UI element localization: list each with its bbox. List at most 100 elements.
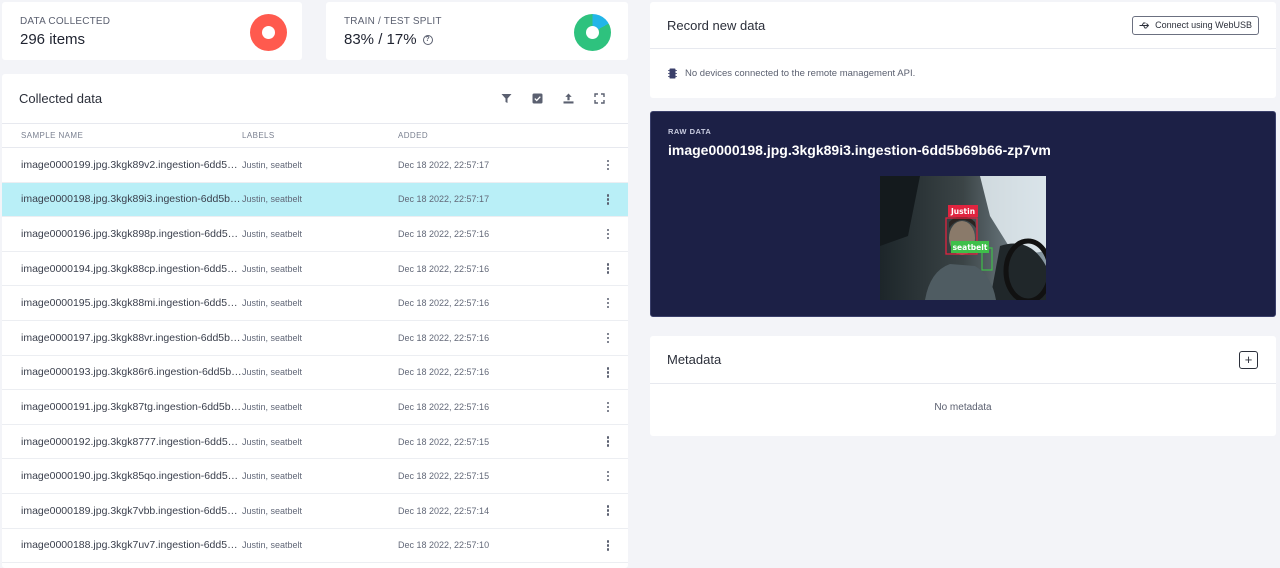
row-menu[interactable] (588, 470, 628, 482)
filter-icon[interactable] (497, 89, 516, 108)
collected-data-panel: Collected data SAMPLE NAME LABELS ADDED … (2, 74, 628, 568)
sample-added: Dec 18 2022, 22:57:16 (398, 263, 490, 274)
metadata-header: Metadata + (650, 336, 1276, 384)
sample-added: Dec 18 2022, 22:57:16 (398, 332, 490, 343)
upload-icon[interactable] (559, 89, 578, 108)
sample-added: Dec 18 2022, 22:57:16 (398, 367, 490, 378)
add-metadata-button[interactable]: + (1239, 350, 1258, 369)
kebab-menu-icon[interactable] (606, 367, 610, 378)
label-justin: Justin (950, 207, 975, 216)
kebab-menu-icon[interactable] (606, 159, 610, 171)
table-row[interactable]: image0000194.jpg.3kgk88cp.ingestion-6dd5… (2, 252, 628, 287)
sample-added: Dec 18 2022, 22:57:15 (398, 436, 490, 447)
row-menu[interactable] (588, 401, 628, 413)
sample-name[interactable]: image0000191.jpg.3kgk87tg.ingestion-6dd5… (2, 401, 242, 413)
device-status: No devices connected to the remote manag… (650, 49, 1276, 97)
usb-icon (1139, 22, 1150, 28)
sample-labels: Justin, seatbelt (242, 194, 303, 205)
table-row[interactable]: image0000189.jpg.3kgk7vbb.ingestion-6dd5… (2, 494, 628, 529)
sample-labels: Justin, seatbelt (242, 471, 303, 482)
row-menu[interactable] (588, 228, 628, 240)
collected-data-header: Collected data (2, 74, 628, 124)
table-row[interactable]: image0000198.jpg.3kgk89i3.ingestion-6dd5… (2, 182, 628, 218)
kebab-menu-icon[interactable] (606, 540, 610, 551)
sample-labels: Justin, seatbelt (242, 367, 303, 378)
kebab-menu-icon[interactable] (606, 194, 610, 205)
raw-data-title: image0000198.jpg.3kgk89i3.ingestion-6dd5… (668, 142, 1051, 158)
sample-name[interactable]: image0000192.jpg.3kgk8777.ingestion-6dd5… (2, 436, 242, 448)
label-seatbelt: seatbelt (953, 243, 988, 252)
column-labels[interactable]: LABELS (242, 131, 398, 140)
kebab-menu-icon[interactable] (606, 470, 610, 482)
sample-labels: Justin, seatbelt (242, 263, 303, 274)
table-row[interactable]: image0000196.jpg.3kgk898p.ingestion-6dd5… (2, 217, 628, 252)
record-header: Record new data Connect using WebUSB (650, 2, 1276, 49)
sample-name[interactable]: image0000190.jpg.3kgk85qo.ingestion-6dd5… (2, 470, 242, 482)
sample-name[interactable]: image0000189.jpg.3kgk7vbb.ingestion-6dd5… (2, 505, 242, 517)
sample-labels: Justin, seatbelt (242, 159, 303, 170)
row-menu[interactable] (588, 436, 628, 447)
sample-name[interactable]: image0000196.jpg.3kgk898p.ingestion-6dd5… (2, 228, 242, 240)
train-test-split-value: 83% / 17% (344, 31, 417, 48)
sample-name[interactable]: image0000188.jpg.3kgk7uv7.ingestion-6dd5… (2, 539, 242, 551)
sample-labels: Justin, seatbelt (242, 332, 303, 343)
table-row[interactable]: image0000197.jpg.3kgk88vr.ingestion-6dd5… (2, 321, 628, 356)
kebab-menu-icon[interactable] (606, 297, 610, 309)
train-test-split-card: TRAIN / TEST SPLIT 83% / 17% ? (326, 2, 628, 60)
connect-webusb-label: Connect using WebUSB (1155, 20, 1252, 30)
column-sample-name[interactable]: SAMPLE NAME (2, 131, 242, 140)
sample-added: Dec 18 2022, 22:57:17 (398, 194, 490, 205)
collected-data-toolbar (497, 89, 609, 108)
sample-added: Dec 18 2022, 22:57:16 (398, 228, 490, 239)
table-row[interactable]: image0000188.jpg.3kgk7uv7.ingestion-6dd5… (2, 529, 628, 564)
raw-data-panel: RAW DATA image0000198.jpg.3kgk89i3.inges… (650, 111, 1276, 317)
row-menu[interactable] (588, 332, 628, 344)
data-collected-value: 296 items (20, 31, 86, 48)
row-menu[interactable] (588, 297, 628, 309)
sample-added: Dec 18 2022, 22:57:15 (398, 471, 490, 482)
column-added[interactable]: ADDED (398, 131, 588, 140)
sample-table-body: image0000199.jpg.3kgk89v2.ingestion-6dd5… (2, 148, 628, 564)
data-collected-title: DATA COLLECTED (20, 16, 111, 27)
table-row[interactable]: image0000190.jpg.3kgk85qo.ingestion-6dd5… (2, 459, 628, 494)
table-row[interactable]: image0000191.jpg.3kgk87tg.ingestion-6dd5… (2, 390, 628, 425)
fullscreen-icon[interactable] (590, 89, 609, 108)
kebab-menu-icon[interactable] (606, 228, 610, 240)
row-menu[interactable] (588, 505, 628, 516)
split-donut-icon (574, 14, 611, 51)
kebab-menu-icon[interactable] (606, 401, 610, 413)
row-menu[interactable] (588, 159, 628, 171)
row-menu[interactable] (588, 367, 628, 378)
help-icon[interactable]: ? (422, 34, 433, 45)
kebab-menu-icon[interactable] (606, 436, 610, 447)
table-header: SAMPLE NAME LABELS ADDED (2, 124, 628, 148)
table-row[interactable]: image0000199.jpg.3kgk89v2.ingestion-6dd5… (2, 148, 628, 183)
sample-labels: Justin, seatbelt (242, 505, 303, 516)
table-row[interactable]: image0000195.jpg.3kgk88mi.ingestion-6dd5… (2, 286, 628, 321)
sample-name[interactable]: image0000194.jpg.3kgk88cp.ingestion-6dd5… (2, 263, 242, 275)
sample-name[interactable]: image0000199.jpg.3kgk89v2.ingestion-6dd5… (2, 159, 242, 171)
metadata-title: Metadata (667, 352, 722, 367)
sample-name[interactable]: image0000198.jpg.3kgk89i3.ingestion-6dd5… (2, 193, 242, 205)
record-new-data-panel: Record new data Connect using WebUSB No … (650, 2, 1276, 98)
row-menu[interactable] (588, 540, 628, 551)
checkbox-icon[interactable] (528, 89, 547, 108)
connect-webusb-button[interactable]: Connect using WebUSB (1132, 15, 1259, 35)
train-test-split-value-row: 83% / 17% ? (344, 31, 612, 48)
data-collected-value-row: 296 items (20, 31, 286, 48)
kebab-menu-icon[interactable] (606, 505, 610, 516)
sample-name[interactable]: image0000193.jpg.3kgk86r6.ingestion-6dd5… (2, 366, 242, 378)
table-row[interactable]: image0000192.jpg.3kgk8777.ingestion-6dd5… (2, 425, 628, 460)
metadata-panel: Metadata + No metadata (650, 336, 1276, 436)
sample-added: Dec 18 2022, 22:57:17 (398, 159, 490, 170)
table-row[interactable]: image0000193.jpg.3kgk86r6.ingestion-6dd5… (2, 356, 628, 391)
kebab-menu-icon[interactable] (606, 332, 610, 344)
kebab-menu-icon[interactable] (606, 263, 610, 274)
sample-name[interactable]: image0000197.jpg.3kgk88vr.ingestion-6dd5… (2, 332, 242, 344)
row-menu[interactable] (588, 263, 628, 274)
sample-name[interactable]: image0000195.jpg.3kgk88mi.ingestion-6dd5… (2, 297, 242, 309)
collected-donut-icon (250, 14, 287, 51)
raw-data-kicker: RAW DATA (668, 127, 712, 136)
row-menu[interactable] (588, 194, 628, 205)
sample-labels: Justin, seatbelt (242, 436, 303, 447)
